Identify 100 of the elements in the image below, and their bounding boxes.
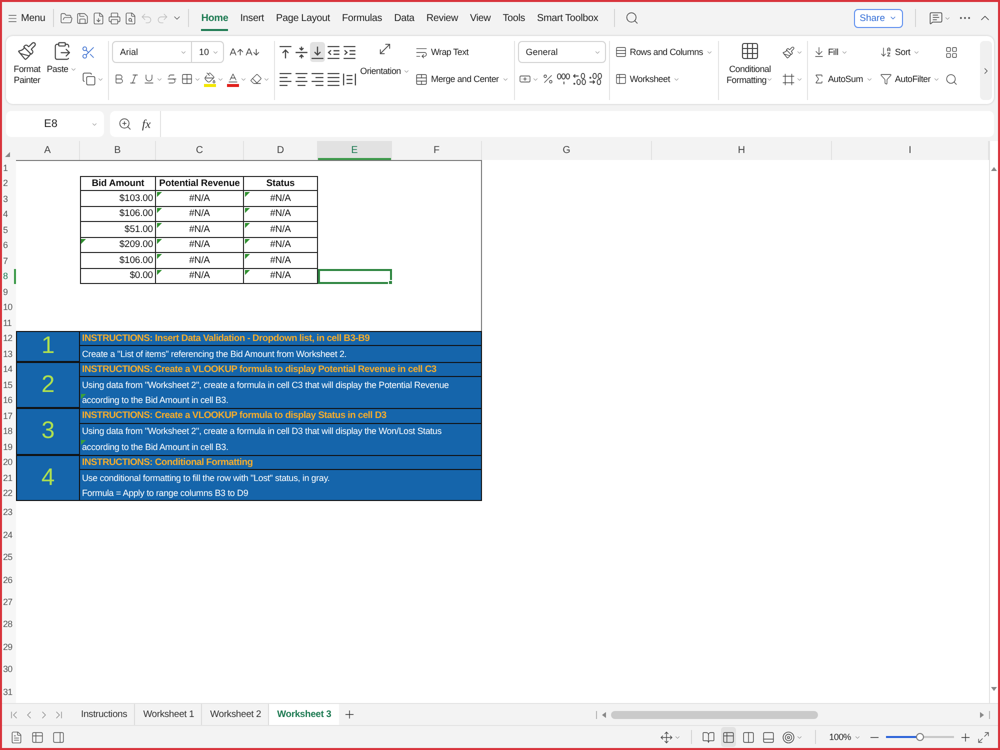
row-number[interactable]: 5 — [2, 222, 16, 238]
row-number[interactable]: 24 — [2, 523, 16, 546]
plus-icon[interactable] — [959, 730, 972, 744]
menu-button[interactable]: Menu — [5, 10, 48, 26]
row-number[interactable]: 11 — [2, 315, 16, 330]
scrollbar-thumb[interactable] — [611, 710, 818, 718]
format-painter-button[interactable]: Format Painter — [11, 41, 43, 86]
row-number[interactable]: 17 — [2, 408, 16, 424]
row-number[interactable]: 13 — [2, 346, 16, 362]
paste-button[interactable]: Paste — [46, 41, 78, 75]
row-number[interactable]: 31 — [2, 680, 16, 703]
normal-view-button[interactable] — [721, 727, 736, 747]
row-number[interactable]: 25 — [2, 546, 16, 568]
row-number[interactable]: 23 — [2, 501, 16, 524]
formula-input-field[interactable] — [158, 111, 994, 137]
row-number[interactable]: 15 — [2, 377, 16, 392]
fill-button[interactable]: Fill — [810, 41, 850, 63]
row-number[interactable]: 19 — [2, 439, 16, 454]
row-number[interactable]: 8 — [2, 268, 16, 284]
column-header[interactable]: B — [80, 141, 156, 160]
row-number[interactable]: 3 — [2, 191, 16, 206]
sort-button[interactable]: Sort — [878, 41, 922, 63]
search-icon[interactable] — [945, 72, 958, 86]
folder-icon[interactable] — [60, 12, 74, 24]
ribbon-tab[interactable]: Insert — [234, 2, 270, 34]
scroll-left-icon[interactable] — [602, 712, 606, 718]
number-format-dropdown[interactable]: General — [518, 41, 606, 63]
ribbon-tab[interactable]: Page Layout — [270, 2, 336, 34]
zoom-in-icon[interactable] — [118, 117, 132, 131]
row-number[interactable]: 7 — [2, 253, 16, 268]
caret-icon — [796, 48, 803, 56]
row-number[interactable]: 12 — [2, 330, 16, 346]
column-header[interactable]: C — [156, 141, 244, 160]
conditional-formatting-button[interactable]: Conditional Formatting — [722, 41, 778, 86]
sheet-tab[interactable]: Worksheet 2 — [202, 704, 270, 725]
column-header[interactable]: G — [482, 141, 652, 160]
orientation-button[interactable]: Orientation — [360, 41, 410, 77]
sheet-tab[interactable]: Worksheet 3 — [269, 704, 340, 725]
file-arrow-icon[interactable] — [92, 12, 106, 24]
column-header[interactable]: H — [652, 141, 832, 160]
merge-center-button[interactable]: Merge and Center — [413, 68, 511, 90]
column-header[interactable]: D — [244, 141, 318, 160]
align-bottom-button[interactable] — [310, 42, 325, 62]
row-number[interactable]: 9 — [2, 284, 16, 300]
row-number[interactable]: 26 — [2, 568, 16, 591]
share-button[interactable]: Share — [854, 8, 903, 28]
four-squares-icon[interactable] — [945, 46, 958, 58]
zoom-level-dropdown[interactable]: 100% — [827, 726, 863, 748]
column-header[interactable]: I — [832, 141, 989, 160]
scroll-down-icon[interactable] — [991, 687, 997, 691]
fill-handle[interactable] — [388, 280, 393, 285]
side-panel-icon[interactable] — [52, 730, 65, 744]
expand-icon[interactable] — [977, 730, 990, 744]
zoom-slider-thumb[interactable] — [916, 733, 924, 741]
font-size-dropdown[interactable]: 10 — [192, 41, 224, 63]
rows-columns-button[interactable]: Rows and Columns — [612, 41, 715, 63]
row-number[interactable]: 10 — [2, 300, 16, 315]
row-number[interactable]: 30 — [2, 658, 16, 681]
autosum-button[interactable]: AutoSum — [810, 68, 875, 90]
worksheet-button[interactable]: Worksheet — [612, 68, 682, 90]
corner-triangle-icon[interactable] — [5, 152, 10, 157]
row-number[interactable]: 16 — [2, 392, 16, 408]
table-icon[interactable] — [31, 730, 44, 744]
row-number[interactable]: 4 — [2, 206, 16, 222]
row-number[interactable]: 29 — [2, 636, 16, 658]
ribbon-tab[interactable]: Smart Toolbox — [531, 2, 604, 34]
row-number[interactable]: 27 — [2, 590, 16, 614]
search-icon[interactable] — [625, 11, 640, 25]
printer-icon[interactable] — [108, 12, 122, 24]
save-icon[interactable] — [76, 12, 90, 24]
scroll-right-icon[interactable] — [980, 712, 984, 718]
column-header[interactable]: E — [318, 141, 392, 160]
row-number[interactable]: 2 — [2, 176, 16, 191]
row-number[interactable]: 14 — [2, 362, 16, 377]
insert-function-button[interactable]: fx — [140, 116, 153, 132]
font-name-dropdown[interactable]: Arial — [112, 41, 192, 63]
row-number[interactable]: 21 — [2, 470, 16, 486]
ribbon-tab[interactable]: Review — [420, 2, 464, 34]
row-number[interactable]: 20 — [2, 454, 16, 470]
name-box[interactable]: E8 — [6, 111, 104, 137]
file-search-icon[interactable] — [124, 12, 138, 24]
row-number[interactable]: 1 — [2, 160, 16, 176]
row-number[interactable]: 22 — [2, 486, 16, 501]
scissors-icon[interactable] — [81, 44, 96, 60]
ribbon-tab[interactable]: Data — [388, 2, 420, 34]
column-header[interactable]: A — [16, 141, 80, 160]
sheet-tab[interactable]: Worksheet 1 — [135, 704, 202, 725]
row-number[interactable]: 6 — [2, 238, 16, 253]
scroll-up-icon[interactable] — [991, 167, 997, 171]
ribbon-tab[interactable]: Formulas — [336, 2, 388, 34]
document-icon[interactable] — [10, 730, 23, 744]
ribbon-tab[interactable]: Tools — [496, 2, 532, 34]
column-header[interactable]: F — [392, 141, 482, 160]
plus-icon[interactable] — [343, 708, 356, 721]
sheet-tab[interactable]: Instructions — [73, 704, 136, 725]
row-number[interactable]: 18 — [2, 424, 16, 439]
ribbon-tab[interactable]: View — [464, 2, 497, 34]
row-number[interactable]: 28 — [2, 613, 16, 636]
autofilter-button[interactable]: AutoFilter — [878, 68, 942, 90]
wrap-text-button[interactable]: Wrap Text — [413, 41, 470, 63]
